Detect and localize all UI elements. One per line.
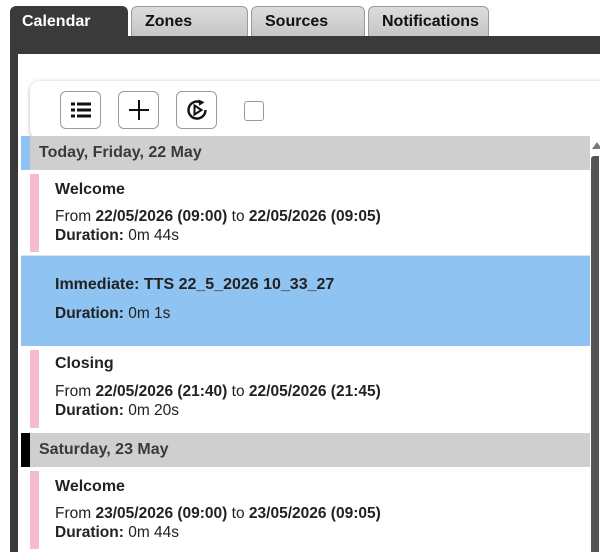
event-item-closing[interactable]: Closing From 22/05/2026 (21:40) to 22/05… <box>21 346 590 432</box>
event-item-immediate-tts[interactable]: Immediate: TTS 22_5_2026 10_33_27 Durati… <box>21 256 590 346</box>
day-header-today: Today, Friday, 22 May <box>21 136 590 170</box>
tab-zones[interactable]: Zones <box>131 6 248 36</box>
day-header-label: Today, Friday, 22 May <box>39 144 202 161</box>
select-all-checkbox[interactable] <box>244 101 264 121</box>
day-header-saturday: Saturday, 23 May <box>21 433 590 467</box>
app-window: Calendar Zones Sources Notifications Tod… <box>0 0 600 552</box>
event-color-stripe <box>30 471 39 549</box>
event-color-stripe <box>30 174 39 252</box>
event-title: Welcome <box>55 478 125 495</box>
toolbar <box>30 81 600 139</box>
event-duration: Duration: 0m 44s <box>55 524 180 541</box>
event-duration: Duration: 0m 1s <box>55 305 171 322</box>
event-title: Welcome <box>55 181 125 198</box>
event-title: Immediate: TTS 22_5_2026 10_33_27 <box>55 276 335 293</box>
scroll-up-arrow-icon[interactable] <box>592 142 600 149</box>
day-header-label: Saturday, 23 May <box>39 441 169 458</box>
event-title: Closing <box>55 355 114 372</box>
tab-sources[interactable]: Sources <box>251 6 365 36</box>
tab-bar: Calendar Zones Sources Notifications <box>10 6 492 38</box>
replay-button[interactable] <box>176 91 217 129</box>
scrollbar-thumb[interactable] <box>591 156 599 552</box>
event-time-range: From 22/05/2026 (09:00) to 22/05/2026 (0… <box>55 208 381 225</box>
event-color-stripe <box>30 350 39 428</box>
plus-icon <box>128 100 149 120</box>
event-item-welcome[interactable]: Welcome From 23/05/2026 (09:00) to 23/05… <box>21 467 590 552</box>
tab-calendar[interactable]: Calendar <box>10 6 128 36</box>
event-duration: Duration: 0m 44s <box>55 227 180 244</box>
add-event-button[interactable] <box>118 91 159 129</box>
replay-icon <box>186 99 207 120</box>
event-time-range: From 23/05/2026 (09:00) to 23/05/2026 (0… <box>55 505 381 522</box>
list-view-button[interactable] <box>60 91 101 129</box>
tab-notifications[interactable]: Notifications <box>368 6 489 36</box>
event-list: Today, Friday, 22 May Welcome From 22/05… <box>21 136 590 552</box>
event-item-welcome[interactable]: Welcome From 22/05/2026 (09:00) to 22/05… <box>21 170 590 256</box>
list-icon <box>70 102 91 118</box>
event-duration: Duration: 0m 20s <box>55 402 180 419</box>
list-scrollbar[interactable] <box>590 136 600 552</box>
event-time-range: From 22/05/2026 (21:40) to 22/05/2026 (2… <box>55 383 381 400</box>
